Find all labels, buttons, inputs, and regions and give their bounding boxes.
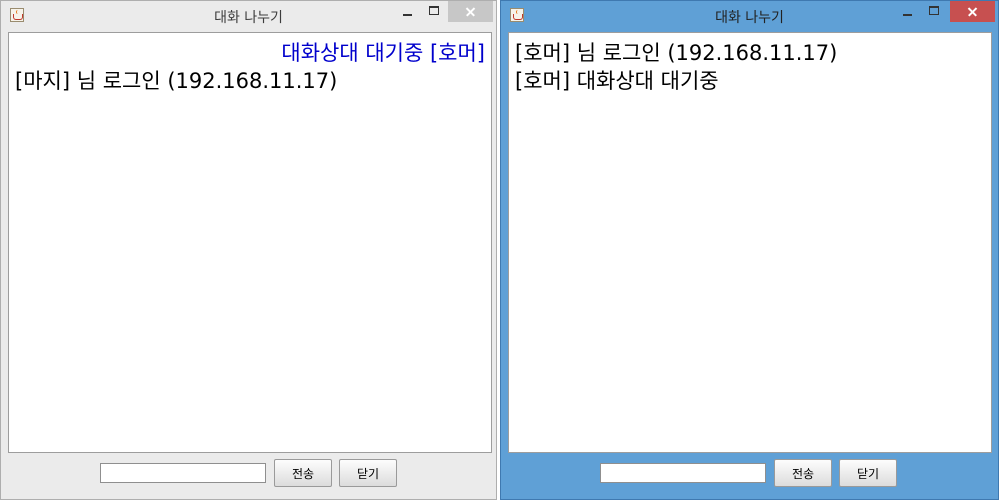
chat-window-right: 대화 나누기 [호머] 님 로그인 (192.168.11.17) [호머] 대… — [500, 0, 999, 500]
title-bar[interactable]: 대화 나누기 — [501, 1, 998, 31]
message-input[interactable] — [600, 463, 766, 483]
input-bar: 전송 닫기 — [501, 453, 998, 499]
chat-area[interactable]: 대화상대 대기중 [호머] [마지] 님 로그인 (192.168.11.17) — [8, 32, 492, 453]
chat-message: [호머] 님 로그인 (192.168.11.17) — [515, 41, 838, 65]
input-bar: 전송 닫기 — [1, 453, 496, 499]
message-input[interactable] — [100, 463, 266, 483]
chat-area[interactable]: [호머] 님 로그인 (192.168.11.17) [호머] 대화상대 대기중 — [508, 32, 992, 453]
title-bar[interactable]: 대화 나누기 — [1, 1, 496, 31]
chat-message: [마지] 님 로그인 (192.168.11.17) — [15, 69, 338, 93]
close-button[interactable]: 닫기 — [339, 459, 397, 487]
chat-window-left: 대화 나누기 대화상대 대기중 [호머] [마지] 님 로그인 (192.168… — [0, 0, 497, 500]
maximize-icon[interactable] — [421, 1, 447, 22]
close-icon[interactable] — [448, 1, 493, 22]
send-button[interactable]: 전송 — [774, 459, 832, 487]
chat-message: 대화상대 대기중 [호머] — [281, 41, 485, 65]
maximize-icon[interactable] — [921, 1, 947, 22]
minimize-icon[interactable] — [894, 1, 920, 22]
close-icon[interactable] — [950, 1, 995, 22]
close-button[interactable]: 닫기 — [839, 459, 897, 487]
send-button[interactable]: 전송 — [274, 459, 332, 487]
minimize-icon[interactable] — [394, 1, 420, 22]
chat-message: [호머] 대화상대 대기중 — [515, 69, 719, 93]
